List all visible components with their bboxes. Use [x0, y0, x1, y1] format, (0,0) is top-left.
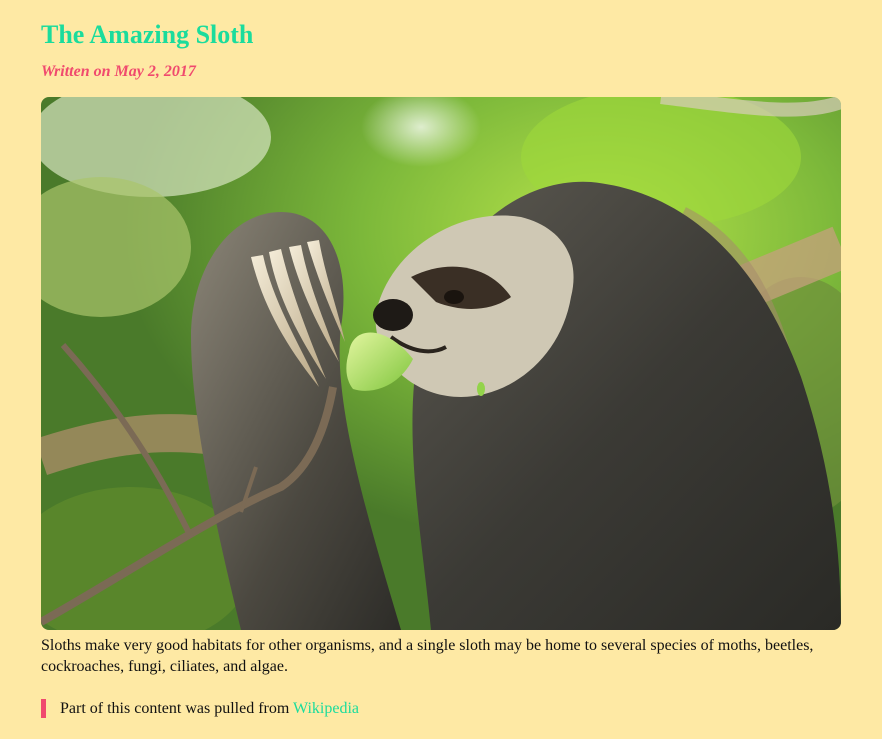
source-prefix: Part of this content was pulled from — [60, 700, 290, 717]
post-date: Written on May 2, 2017 — [41, 63, 196, 80]
sloth-photo — [41, 97, 841, 630]
source-quote: Part of this content was pulled from Wik… — [41, 699, 359, 718]
page-title: The Amazing Sloth — [41, 20, 254, 49]
article-paragraph: Sloths make very good habitats for other… — [41, 637, 814, 675]
wikipedia-link[interactable]: Wikipedia — [293, 700, 359, 717]
